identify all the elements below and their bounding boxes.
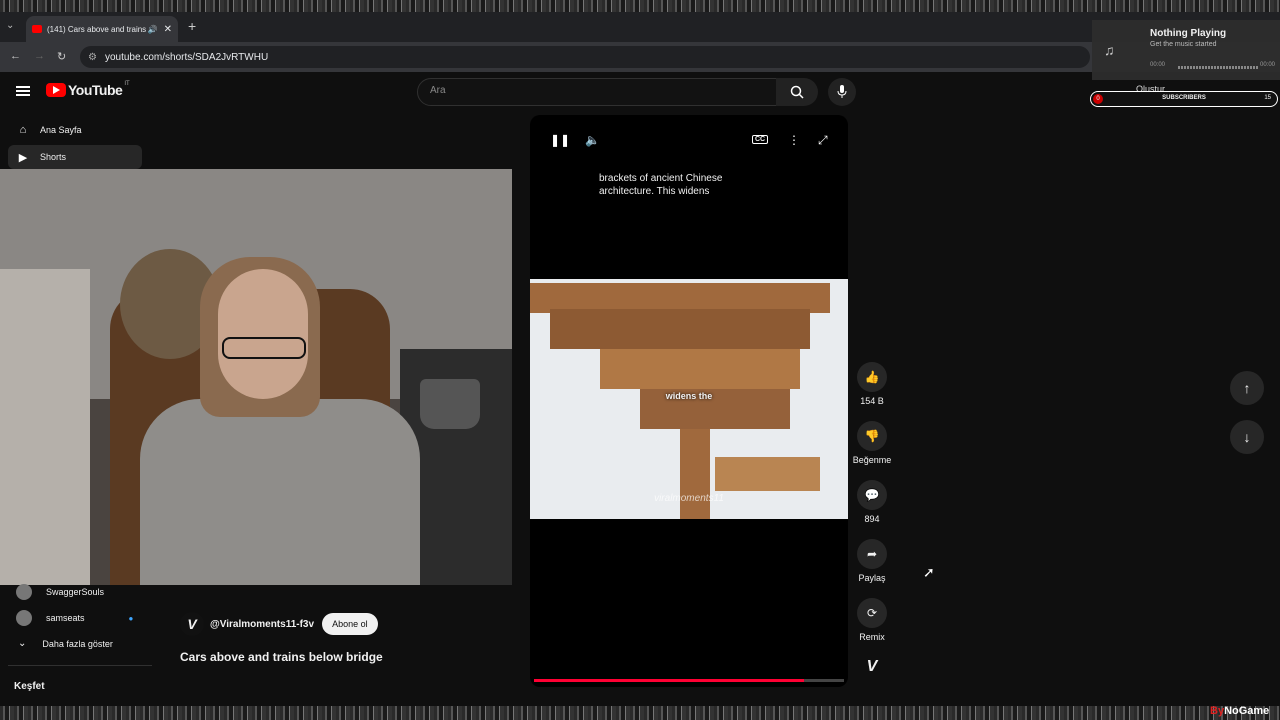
sidebar-item-home[interactable]: ⌂ Ana Sayfa <box>8 118 142 142</box>
subscribe-button[interactable]: Abone ol <box>322 613 378 635</box>
arrow-up-icon: ↑ <box>1243 380 1251 396</box>
arrow-down-icon: ↓ <box>1243 429 1251 445</box>
youtube-favicon-icon <box>32 25 42 33</box>
subscription-item[interactable]: SwaggerSouls <box>8 584 104 600</box>
youtube-logo[interactable]: YouTube IT <box>46 81 130 98</box>
like-button[interactable]: 👍 154 B <box>852 362 892 406</box>
tab-audio-icon[interactable]: 🔊 <box>148 25 158 34</box>
now-playing-subtitle: Get the music started <box>1150 41 1217 48</box>
explore-heading: Keşfet <box>14 681 45 692</box>
bottom-noise-border <box>0 706 1280 720</box>
remix-label: Remix <box>859 632 885 642</box>
bynogame-watermark: ByNoGame <box>1210 705 1270 717</box>
progress-bar[interactable] <box>534 679 844 682</box>
thumbs-down-icon: 👎 <box>857 421 887 451</box>
now-playing-widget: ♫ Nothing Playing Get the music started … <box>1092 20 1280 80</box>
url-text: youtube.com/shorts/SDA2JvRTWHU <box>104 51 269 63</box>
site-info-icon[interactable]: ⚙ <box>88 52 97 63</box>
subscription-item[interactable]: samseats ● <box>8 610 133 626</box>
video-caption: brackets of ancient Chinese architecture… <box>599 173 723 197</box>
volume-icon[interactable]: 🔈 <box>585 133 600 147</box>
menu-icon[interactable] <box>16 84 30 98</box>
comment-icon: 💬 <box>857 480 887 510</box>
share-icon: ➦ <box>857 539 887 569</box>
previous-short-button[interactable]: ↑ <box>1230 371 1264 405</box>
sidebar-item-shorts[interactable]: ▶ Shorts <box>8 145 142 169</box>
browser-tabbar: ⌄ (141) Cars above and trains 🔊 ✕ + <box>0 12 1280 42</box>
share-label: Paylaş <box>858 573 886 583</box>
search-input[interactable]: Ara <box>417 78 777 106</box>
shorts-icon: ▶ <box>18 151 28 164</box>
sidebar-divider <box>8 665 152 666</box>
channel-name[interactable]: @Viralmoments11-f3v <box>210 619 314 630</box>
subscriber-right-count: 15 <box>1264 95 1271 101</box>
tab-title: (141) Cars above and trains <box>47 24 147 34</box>
channel-badge[interactable]: V <box>852 658 892 676</box>
like-count: 154 B <box>860 396 884 406</box>
avatar <box>16 610 32 626</box>
url-field[interactable]: ⚙ youtube.com/shorts/SDA2JvRTWHU <box>80 46 1090 68</box>
new-tab-icon[interactable]: + <box>188 18 196 34</box>
subscriber-label: SUBSCRIBERS <box>1162 95 1206 101</box>
fullscreen-icon[interactable]: ⤢ <box>818 133 828 148</box>
music-note-icon: ♫ <box>1104 42 1115 58</box>
youtube-page: YouTube IT Ara ⌂ Ana Sayfa ▶ Shorts Swag… <box>0 72 1280 704</box>
time-end: 00:00 <box>1260 62 1276 68</box>
sidebar-item-label: Shorts <box>40 152 67 162</box>
webcam-overlay-image <box>0 169 512 585</box>
browser-tab[interactable]: (141) Cars above and trains 🔊 ✕ <box>26 16 178 42</box>
thumbs-up-icon: 👍 <box>857 362 887 392</box>
avatar <box>16 584 32 600</box>
overlay-text: widens the <box>665 391 713 401</box>
logo-text: YouTube <box>68 82 123 98</box>
forward-icon[interactable]: → <box>34 50 45 62</box>
short-metadata: V @Viralmoments11-f3v Abone ol Cars abov… <box>180 612 383 664</box>
back-icon[interactable]: ← <box>10 50 21 62</box>
tab-close-icon[interactable]: ✕ <box>164 24 172 35</box>
logo-region: IT <box>124 81 130 87</box>
next-short-button[interactable]: ↓ <box>1230 420 1264 454</box>
reload-icon[interactable]: ↻ <box>57 50 66 63</box>
share-button[interactable]: ➦ Paylaş <box>852 539 892 583</box>
home-icon: ⌂ <box>19 124 27 136</box>
search-icon <box>790 85 804 99</box>
more-options-icon[interactable]: ⋮ <box>788 133 800 147</box>
comments-button[interactable]: 💬 894 <box>852 480 892 524</box>
sidebar-item-label: Ana Sayfa <box>40 125 82 135</box>
new-content-dot-icon: ● <box>128 613 134 623</box>
remix-icon: ⟳ <box>857 598 887 628</box>
shorts-player[interactable]: ❚❚ 🔈 CC ⋮ ⤢ brackets of ancient Chinese … <box>530 115 848 687</box>
time-start: 00:00 <box>1150 62 1166 68</box>
microphone-icon <box>837 85 847 98</box>
remix-button[interactable]: ⟳ Remix <box>852 598 892 642</box>
music-progress <box>1178 66 1258 69</box>
now-playing-title: Nothing Playing <box>1150 28 1227 39</box>
voice-search-button[interactable] <box>828 78 856 106</box>
dislike-label: Beğenme <box>852 455 892 465</box>
subscription-name: SwaggerSouls <box>46 587 105 597</box>
chevron-down-icon: ⌄ <box>18 638 27 649</box>
youtube-play-icon <box>46 83 66 97</box>
pause-icon[interactable]: ❚❚ <box>550 133 570 147</box>
tab-search-chevron-icon[interactable]: ⌄ <box>6 20 14 31</box>
search-placeholder: Ara <box>430 85 446 96</box>
short-title[interactable]: Cars above and trains below bridge <box>180 650 383 664</box>
watermark: viralmoments11 <box>654 493 724 504</box>
show-more-label: Daha fazla göster <box>42 638 113 649</box>
address-bar-row: ← → ↻ ⚙ youtube.com/shorts/SDA2JvRTWHU <box>0 42 1280 72</box>
captions-icon[interactable]: CC <box>752 135 769 144</box>
channel-avatar[interactable]: V <box>180 612 204 636</box>
show-more-button[interactable]: ⌄ Daha fazla göster <box>8 638 113 649</box>
search-button[interactable] <box>776 78 818 106</box>
subscription-name: samseats <box>46 613 85 623</box>
dislike-button[interactable]: 👎 Beğenme <box>852 421 892 465</box>
mouse-cursor-icon: ➚ <box>923 564 935 580</box>
comment-count: 894 <box>864 514 880 524</box>
video-frame: widens the viralmoments11 <box>530 279 848 519</box>
subscriber-counter-overlay: 0 SUBSCRIBERS 15 <box>1090 91 1278 107</box>
